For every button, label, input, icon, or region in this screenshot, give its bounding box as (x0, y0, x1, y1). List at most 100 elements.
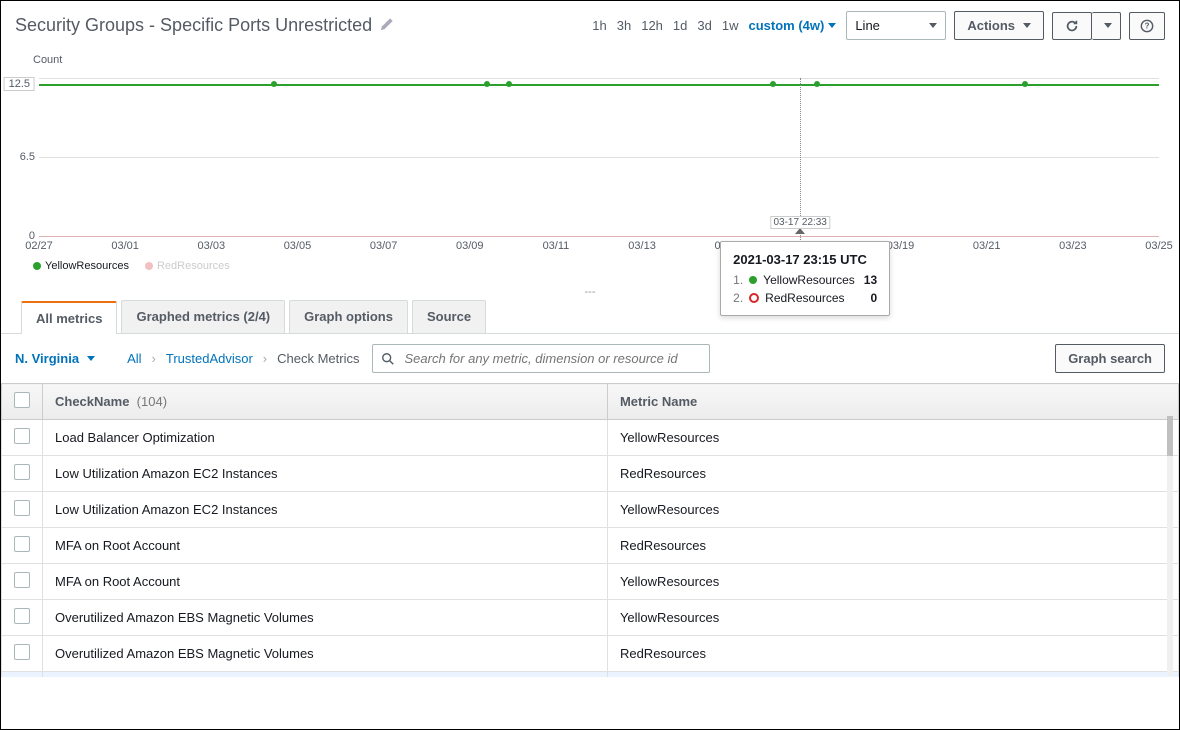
tab-graphed-metrics[interactable]: Graphed metrics (2/4) (121, 300, 285, 333)
row-checkbox[interactable] (14, 608, 30, 624)
metrics-table: CheckName (104) Metric Name Load Balance… (1, 383, 1179, 677)
metrics-table-wrap: CheckName (104) Metric Name Load Balance… (1, 383, 1179, 677)
cell-checkname: Overutilized Amazon EBS Magnetic Volumes (43, 636, 608, 672)
table-row[interactable]: Overutilized Amazon EBS Magnetic Volumes… (2, 600, 1179, 636)
page-title: Security Groups - Specific Ports Unrestr… (15, 15, 372, 36)
table-row[interactable]: MFA on Root AccountYellowResources (2, 564, 1179, 600)
help-icon: ? (1140, 19, 1154, 33)
breadcrumb-current: Check Metrics (277, 351, 359, 366)
col-metricname[interactable]: Metric Name (607, 384, 1178, 420)
refresh-button-group (1052, 12, 1121, 40)
chart-y-label: Count (33, 54, 62, 66)
timerange-12h[interactable]: 12h (641, 18, 663, 33)
chart-legend: YellowResources RedResources (33, 260, 230, 272)
col-checkname[interactable]: CheckName (104) (43, 384, 608, 420)
cell-metricname: YellowResources (607, 600, 1178, 636)
ytick: 12.5 (4, 77, 35, 91)
actions-button[interactable]: Actions (954, 11, 1044, 40)
region-selector[interactable]: N. Virginia (15, 351, 95, 366)
legend-item-yellow[interactable]: YellowResources (33, 260, 129, 272)
table-row[interactable]: Load Balancer OptimizationYellowResource… (2, 420, 1179, 456)
row-checkbox[interactable] (14, 644, 30, 660)
cell-metricname: RedResources (607, 636, 1178, 672)
tab-bar: All metrics Graphed metrics (2/4) Graph … (1, 300, 1179, 334)
select-all-checkbox[interactable] (14, 392, 30, 408)
xtick: 03/25 (1145, 240, 1173, 252)
chevron-down-icon (828, 23, 836, 28)
table-row[interactable]: Overutilized Amazon EBS Magnetic Volumes… (2, 636, 1179, 672)
table-row[interactable]: MFA on Root AccountRedResources (2, 528, 1179, 564)
timerange-custom[interactable]: custom (4w) (748, 18, 836, 33)
cell-checkname: Low Utilization Amazon EC2 Instances (43, 456, 608, 492)
chevron-down-icon (1104, 23, 1112, 28)
cell-metricname: YellowResources (607, 420, 1178, 456)
ytick: 6.5 (20, 151, 35, 163)
cell-metricname: YellowResources (607, 564, 1178, 600)
help-button[interactable]: ? (1129, 12, 1165, 40)
row-checkbox[interactable] (14, 536, 30, 552)
legend-dot-icon (145, 262, 153, 270)
chart-plot[interactable]: 12.5 6.5 0 (39, 78, 1159, 236)
row-checkbox[interactable] (14, 428, 30, 444)
data-point (814, 81, 820, 87)
time-range-selector: 1h 3h 12h 1d 3d 1w custom (4w) (592, 18, 836, 33)
table-row[interactable]: Low Utilization Amazon EC2 InstancesRedR… (2, 456, 1179, 492)
breadcrumb: All › TrustedAdvisor › Check Metrics (127, 351, 359, 366)
row-checkbox[interactable] (14, 572, 30, 588)
search-input[interactable] (401, 349, 702, 368)
chart-type-select[interactable]: Line (846, 11, 946, 40)
timerange-1d[interactable]: 1d (673, 18, 687, 33)
table-row[interactable]: Security Groups - Specific Ports Unrestr… (2, 672, 1179, 678)
xtick: 03/07 (370, 240, 398, 252)
timerange-3d[interactable]: 3d (697, 18, 711, 33)
chevron-down-icon (1023, 23, 1031, 28)
cell-checkname: MFA on Root Account (43, 528, 608, 564)
cell-metricname: YellowResources (607, 492, 1178, 528)
cell-checkname: Overutilized Amazon EBS Magnetic Volumes (43, 600, 608, 636)
xtick: 03/09 (456, 240, 484, 252)
breadcrumb-trustedadvisor[interactable]: TrustedAdvisor (166, 351, 253, 366)
resize-handle-icon[interactable]: --- (585, 286, 596, 298)
refresh-dropdown[interactable] (1092, 12, 1121, 40)
chevron-right-icon: › (263, 351, 267, 366)
xtick: 03/21 (973, 240, 1001, 252)
cell-metricname: RedResources (607, 672, 1178, 678)
chevron-down-icon (87, 356, 95, 361)
row-checkbox[interactable] (14, 500, 30, 516)
xtick: 03/05 (284, 240, 312, 252)
scrollbar-thumb[interactable] (1167, 416, 1173, 456)
xtick: 02/27 (25, 240, 53, 252)
table-row[interactable]: Low Utilization Amazon EC2 InstancesYell… (2, 492, 1179, 528)
xtick: 03/01 (111, 240, 139, 252)
cell-checkname: Low Utilization Amazon EC2 Instances (43, 492, 608, 528)
timerange-1h[interactable]: 1h (592, 18, 606, 33)
tab-source[interactable]: Source (412, 300, 486, 333)
tooltip-row: 1. YellowResources 13 (733, 273, 877, 287)
tab-graph-options[interactable]: Graph options (289, 300, 408, 333)
tooltip-title: 2021-03-17 23:15 UTC (733, 252, 877, 267)
cell-metricname: RedResources (607, 528, 1178, 564)
legend-dot-icon (33, 262, 41, 270)
metric-search[interactable] (372, 344, 711, 373)
data-point (271, 81, 277, 87)
data-point (1022, 81, 1028, 87)
chevron-right-icon: › (152, 351, 156, 366)
legend-item-red[interactable]: RedResources (145, 260, 230, 272)
xtick: 03/23 (1059, 240, 1087, 252)
breadcrumb-all[interactable]: All (127, 351, 141, 366)
series-ring-icon (749, 293, 759, 303)
xtick: 03/13 (628, 240, 656, 252)
edit-title-icon[interactable] (380, 17, 394, 34)
timerange-1w[interactable]: 1w (722, 18, 739, 33)
tab-all-metrics[interactable]: All metrics (21, 301, 117, 334)
search-icon (381, 352, 395, 366)
graph-search-button[interactable]: Graph search (1055, 344, 1165, 373)
cell-checkname: Load Balancer Optimization (43, 420, 608, 456)
chart-tooltip: 2021-03-17 23:15 UTC 1. YellowResources … (720, 241, 890, 316)
page-header: Security Groups - Specific Ports Unrestr… (1, 1, 1179, 46)
refresh-button[interactable] (1052, 12, 1092, 40)
data-point (506, 81, 512, 87)
timerange-3h[interactable]: 3h (617, 18, 631, 33)
row-checkbox[interactable] (14, 464, 30, 480)
data-point (484, 81, 490, 87)
